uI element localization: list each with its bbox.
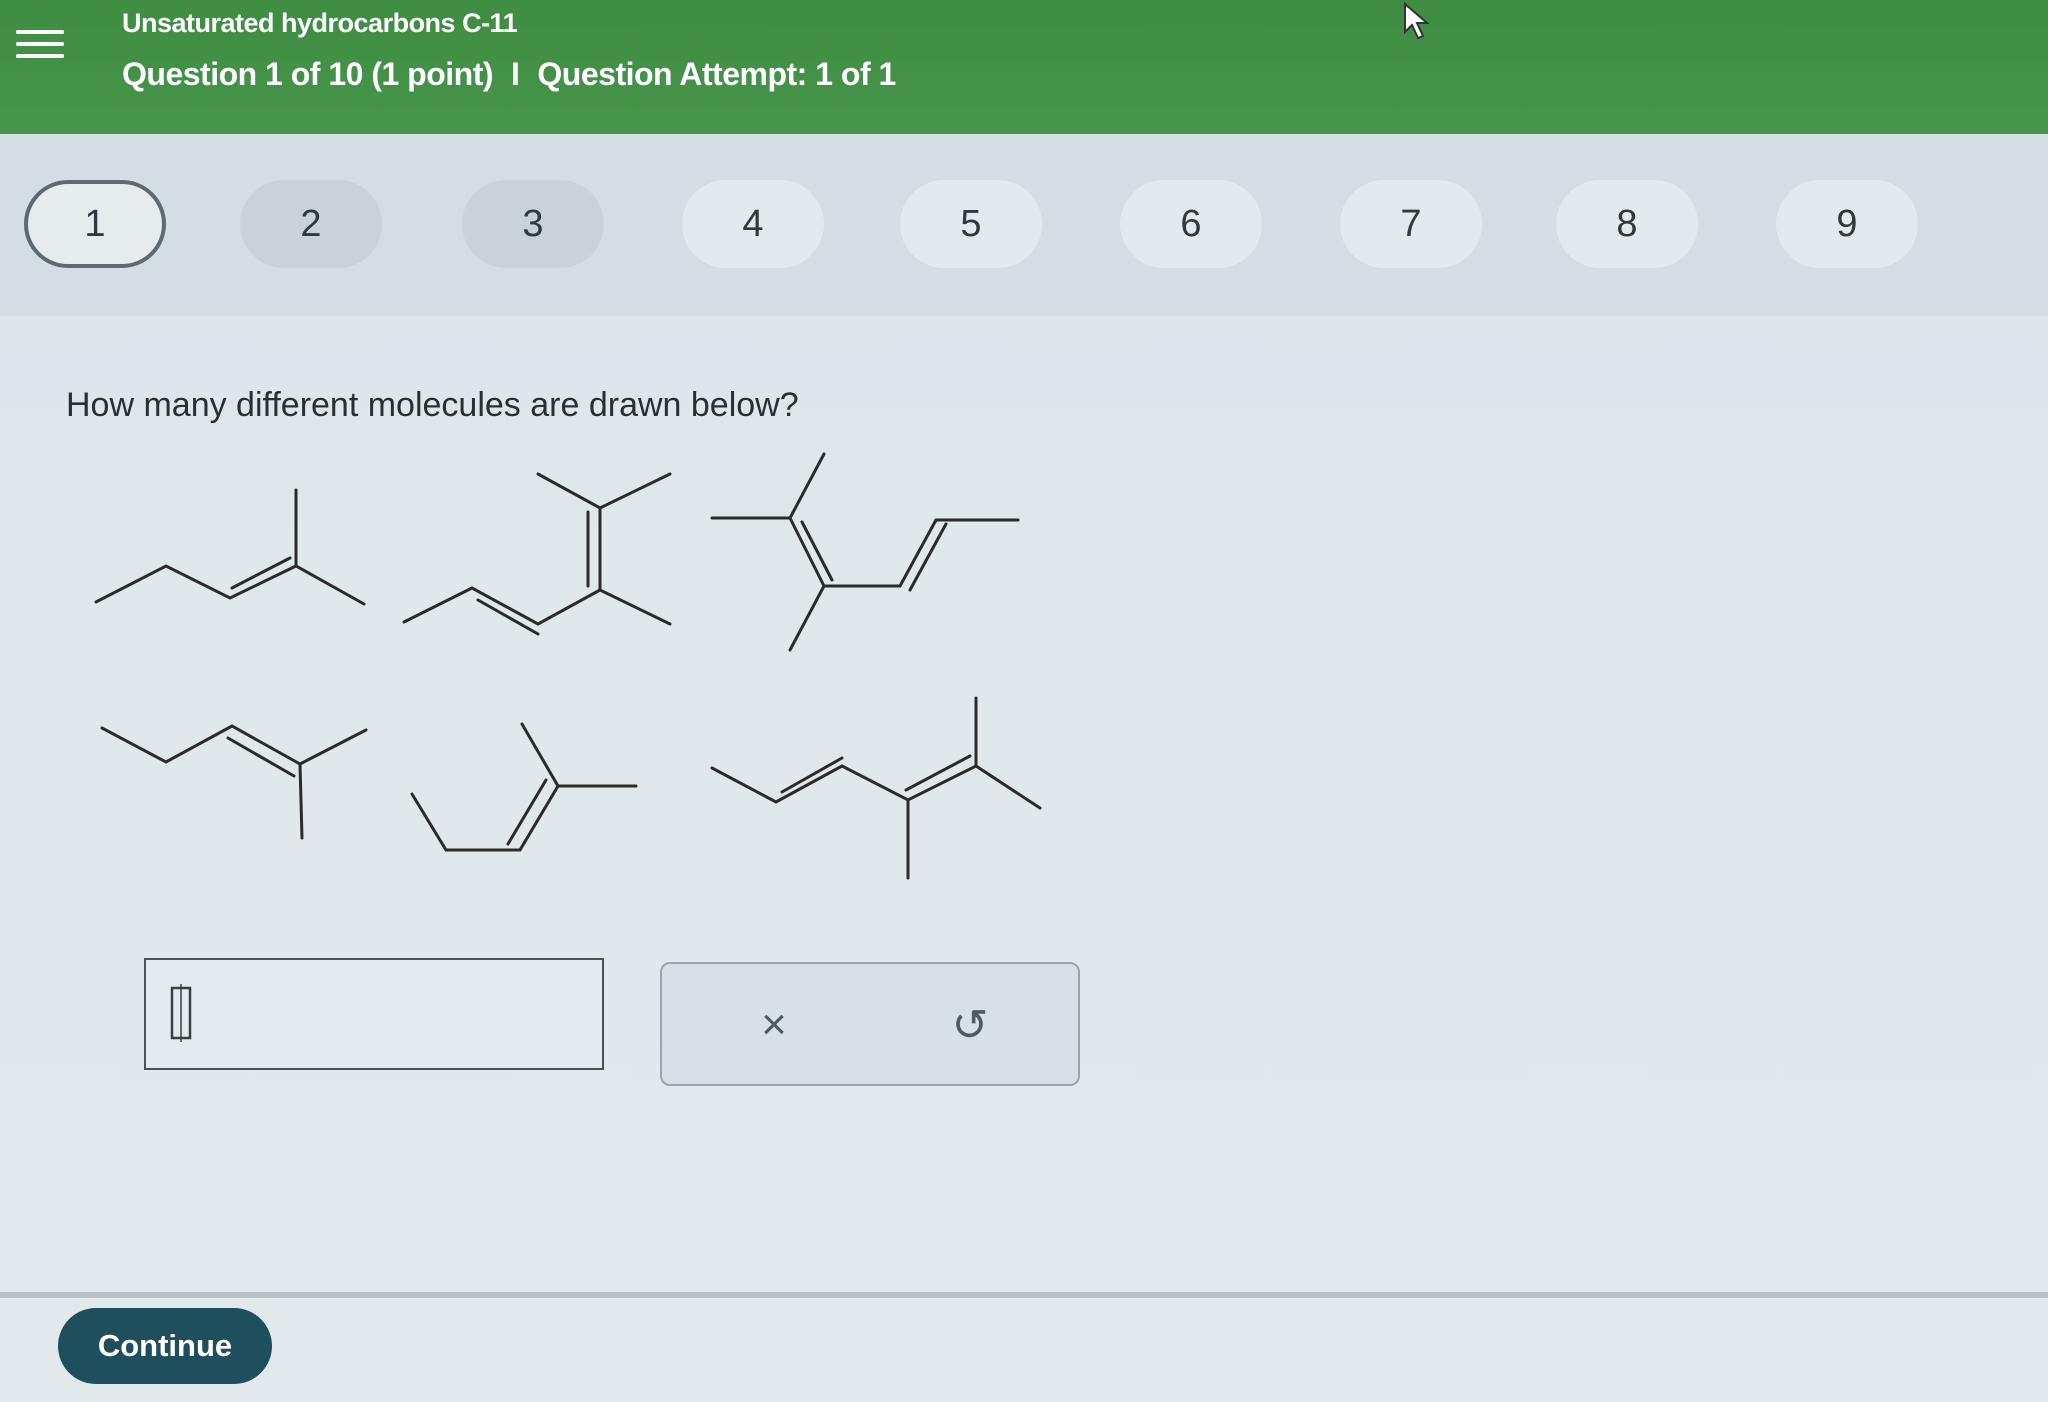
nav-question-6[interactable]: 6 [1120,180,1262,268]
answer-tools: × ↺ [660,962,1080,1086]
menu-icon-bar [16,54,64,58]
footer-divider [0,1292,2048,1298]
page: Unsaturated hydrocarbons C-11 Question 1… [0,0,2048,1402]
undo-button[interactable]: ↺ [910,982,1030,1068]
nav-question-1[interactable]: 1 [24,180,166,268]
nav-question-3[interactable]: 3 [462,180,604,268]
molecule-4 [100,724,368,840]
nav-question-5[interactable]: 5 [900,180,1042,268]
menu-icon [16,30,64,34]
menu-button[interactable] [10,14,70,74]
molecule-1 [94,488,366,606]
molecule-5 [410,722,638,852]
question-info: Question 1 of 10 (1 point) I Question Atte… [122,56,896,93]
molecule-2 [402,472,672,636]
topic-title: Unsaturated hydrocarbons C-11 [122,8,518,38]
question-nav: 1 2 3 4 5 6 7 8 9 [0,134,2048,316]
header-separator: I [511,56,520,92]
clear-button[interactable]: × [714,982,834,1068]
question-counter: Question 1 of 10 (1 point) [122,56,494,92]
mouse-pointer-icon [1404,2,1430,40]
nav-question-2[interactable]: 2 [240,180,382,268]
nav-question-8[interactable]: 8 [1556,180,1698,268]
menu-icon-bar [16,42,64,46]
nav-question-4[interactable]: 4 [682,180,824,268]
question-prompt: How many different molecules are drawn b… [66,386,799,424]
answer-input[interactable] [144,958,604,1070]
continue-button[interactable]: Continue [58,1308,272,1384]
text-cursor-icon [170,984,192,1042]
attempt-counter: Question Attempt: 1 of 1 [537,56,896,92]
nav-question-9[interactable]: 9 [1776,180,1918,268]
undo-icon: ↺ [951,1000,989,1050]
molecule-6 [710,696,1042,880]
nav-question-7[interactable]: 7 [1340,180,1482,268]
header-bar: Unsaturated hydrocarbons C-11 Question 1… [0,0,2048,134]
x-icon: × [761,1000,787,1049]
molecule-3 [710,452,1020,652]
